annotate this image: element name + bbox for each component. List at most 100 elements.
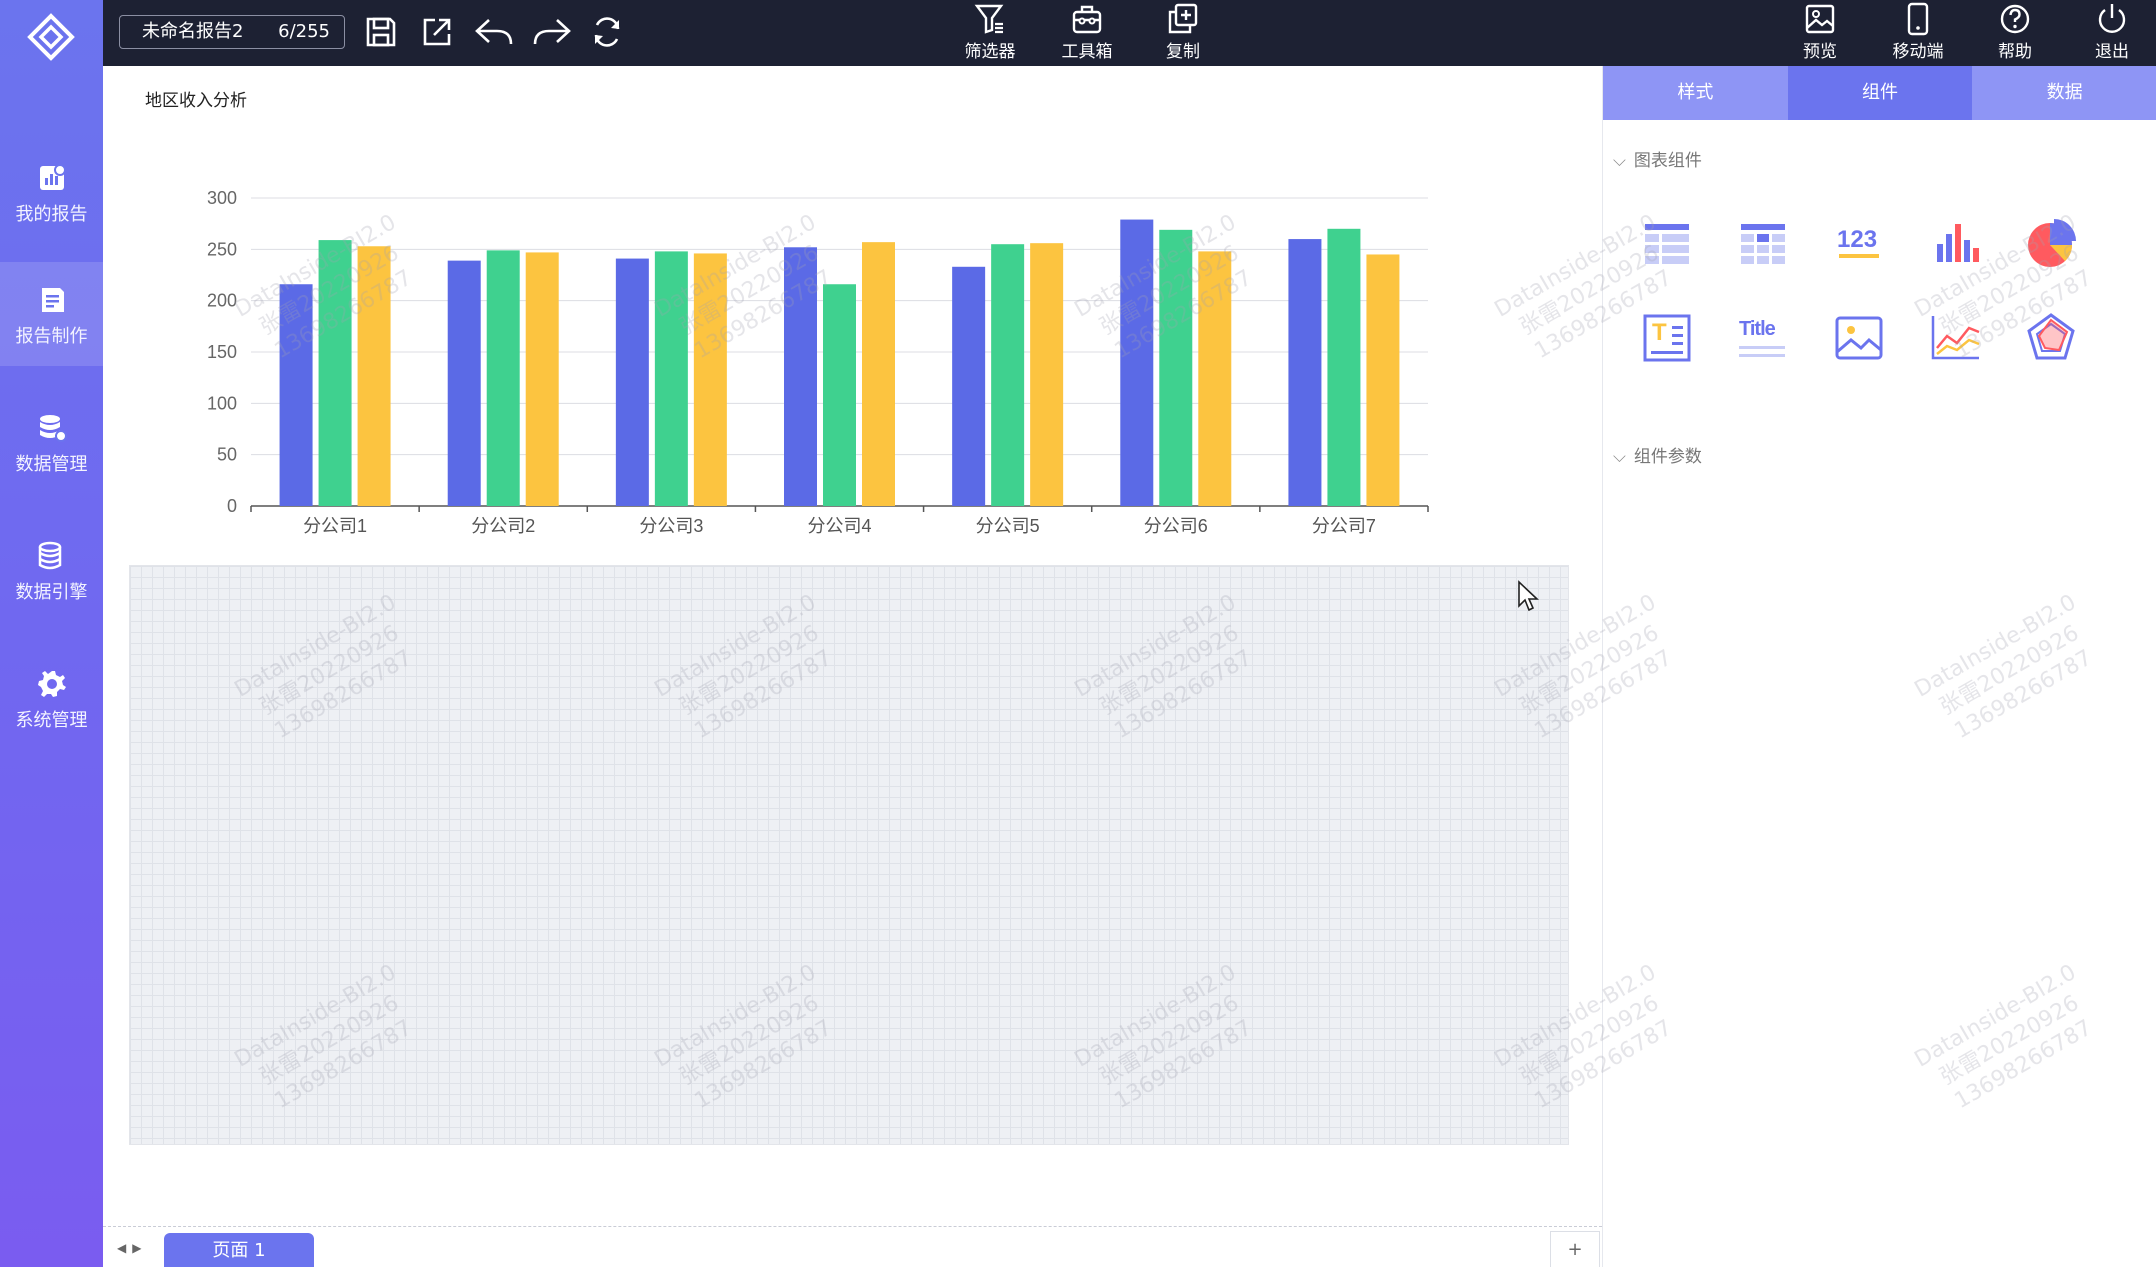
- chart-bar: [486, 250, 520, 506]
- sidebar-item-report-making[interactable]: 报告制作: [0, 262, 103, 366]
- page-scroll-arrows[interactable]: ◀▶: [117, 1241, 147, 1255]
- chart-bar: [991, 244, 1025, 506]
- x-tick-label: 分公司3: [639, 516, 703, 536]
- chart-bar: [1120, 219, 1154, 506]
- title-underline-2: [1739, 354, 1785, 357]
- x-tick-label: 分公司5: [976, 516, 1040, 536]
- chart-bar: [1159, 229, 1193, 506]
- report-name-text: 未命名报告2: [142, 21, 244, 42]
- filter-label: 筛选器: [964, 42, 1016, 62]
- table-component-icon[interactable]: [1639, 216, 1695, 272]
- report-name-field[interactable]: 未命名报告2 6/255: [119, 15, 345, 49]
- bar-chart[interactable]: 0 50 100 150 200 250 300 分公司1 分公司2 分公司3 分公司4 分公司5 分公…: [103, 126, 1602, 546]
- chart-bar: [784, 247, 817, 506]
- sidebar-item-label: 系统管理: [15, 710, 88, 731]
- page-tabs-bar: ◀▶ 页面 1 +: [103, 1226, 1602, 1267]
- y-tick-label: 150: [207, 342, 237, 362]
- preview-label: 预览: [1803, 42, 1837, 62]
- sidebar-item-label: 我的报告: [15, 204, 88, 225]
- help-label: 帮助: [1998, 42, 2032, 62]
- x-tick-label: 分公司7: [1312, 516, 1376, 536]
- toolbox-button[interactable]: 工具箱: [1047, 0, 1127, 66]
- bar-chart-component-icon[interactable]: [1927, 216, 1983, 272]
- properties-panel: 样式 组件 数据 ⌵ 图表组件 123 T Title ⌵ 组件参数: [1602, 66, 2156, 1267]
- text-box-component[interactable]: T: [1639, 310, 1695, 366]
- report-name-char-count: 6/255: [278, 21, 330, 42]
- mobile-label: 移动端: [1892, 42, 1944, 62]
- chart-bar: [357, 246, 391, 506]
- chart-bar: [862, 242, 895, 506]
- x-tick-label: 分公司4: [807, 516, 871, 536]
- report-edit-icon: [41, 288, 64, 312]
- toolbox-icon: [1072, 5, 1102, 34]
- exit-label: 退出: [2095, 42, 2129, 62]
- sidebar-item-system-management[interactable]: 系统管理: [0, 646, 103, 750]
- layout-grid-area[interactable]: [129, 565, 1569, 1145]
- number-kpi-text: 123: [1837, 226, 1878, 253]
- filter-icon: [974, 4, 1004, 34]
- line-chart-component-icon[interactable]: [1927, 310, 1983, 366]
- redo-icon[interactable]: [531, 14, 573, 50]
- number-kpi-underline: [1839, 254, 1879, 258]
- save-icon[interactable]: [363, 14, 399, 50]
- y-tick-label: 200: [207, 291, 237, 311]
- report-canvas[interactable]: 地区收入分析 0 50 100 150 200 250 300 分公司1 分公司2 分公司3 分公司…: [103, 66, 1602, 1267]
- chart-bar: [525, 252, 559, 506]
- sidebar-item-data-management[interactable]: 数据管理: [0, 390, 103, 494]
- sidebar: 我的报告 报告制作 数据管理 数据引擎 系统管理: [0, 0, 103, 1267]
- chart-bar: [823, 284, 856, 506]
- y-tick-label: 300: [207, 188, 237, 208]
- chevron-down-icon: ⌵: [1613, 151, 1626, 171]
- component-params-section-title: 组件参数: [1633, 447, 1702, 467]
- top-toolbar: 未命名报告2 6/255 筛选器 工具箱 复制 预览 移动端 帮助 退出: [103, 0, 2156, 66]
- component-params-section-header[interactable]: ⌵ 组件参数: [1613, 442, 1702, 467]
- copy-button[interactable]: 复制: [1143, 0, 1223, 66]
- copy-label: 复制: [1166, 42, 1200, 62]
- mobile-button[interactable]: 移动端: [1878, 0, 1958, 66]
- y-tick-label: 0: [227, 496, 237, 516]
- sidebar-item-data-engine[interactable]: 数据引擎: [0, 518, 103, 622]
- chart-bar: [279, 284, 313, 506]
- app-logo-icon[interactable]: [26, 12, 76, 62]
- title-underline-1: [1739, 346, 1785, 349]
- preview-button[interactable]: 预览: [1780, 0, 1860, 66]
- engine-icon: [38, 541, 61, 570]
- mobile-icon: [1907, 2, 1929, 36]
- chart-bar: [1366, 254, 1400, 506]
- chart-components-section-header[interactable]: ⌵ 图表组件: [1613, 146, 1702, 171]
- copy-icon: [1168, 3, 1198, 34]
- filter-button[interactable]: 筛选器: [950, 0, 1030, 66]
- add-page-button[interactable]: +: [1550, 1231, 1600, 1267]
- report-chart-icon: [39, 164, 66, 190]
- refresh-icon[interactable]: [589, 14, 625, 50]
- chart-bar: [615, 258, 649, 506]
- x-tick-label: 分公司2: [471, 516, 535, 536]
- pie-chart-component-icon[interactable]: [2023, 216, 2079, 272]
- gear-icon: [37, 671, 66, 697]
- image-component-icon[interactable]: [1831, 310, 1887, 366]
- cross-table-component-icon[interactable]: [1735, 216, 1791, 272]
- tab-style[interactable]: 样式: [1603, 66, 1788, 120]
- chart-bar: [1288, 239, 1322, 507]
- chevron-down-icon: ⌵: [1613, 447, 1626, 467]
- page-tab[interactable]: 页面 1: [164, 1233, 314, 1267]
- y-tick-label: 50: [217, 445, 237, 465]
- chart-bar: [693, 253, 727, 506]
- title-component[interactable]: Title: [1735, 310, 1791, 366]
- panel-tabs: 样式 组件 数据: [1603, 66, 2156, 120]
- number-kpi-component[interactable]: 123: [1831, 216, 1887, 272]
- chart-bar: [447, 260, 481, 506]
- tab-data[interactable]: 数据: [1972, 66, 2156, 120]
- tab-components[interactable]: 组件: [1787, 66, 1973, 120]
- sidebar-item-my-reports[interactable]: 我的报告: [0, 140, 103, 244]
- chart-title: 地区收入分析: [145, 91, 247, 111]
- help-button[interactable]: 帮助: [1975, 0, 2055, 66]
- radar-chart-component-icon[interactable]: [2023, 310, 2079, 366]
- chart-bar: [1198, 251, 1232, 506]
- text-box-icon: [1643, 314, 1691, 362]
- undo-icon[interactable]: [473, 14, 515, 50]
- exit-button[interactable]: 退出: [2072, 0, 2152, 66]
- chart-bar: [1327, 228, 1361, 507]
- preview-icon: [1805, 4, 1835, 34]
- export-icon[interactable]: [419, 14, 455, 50]
